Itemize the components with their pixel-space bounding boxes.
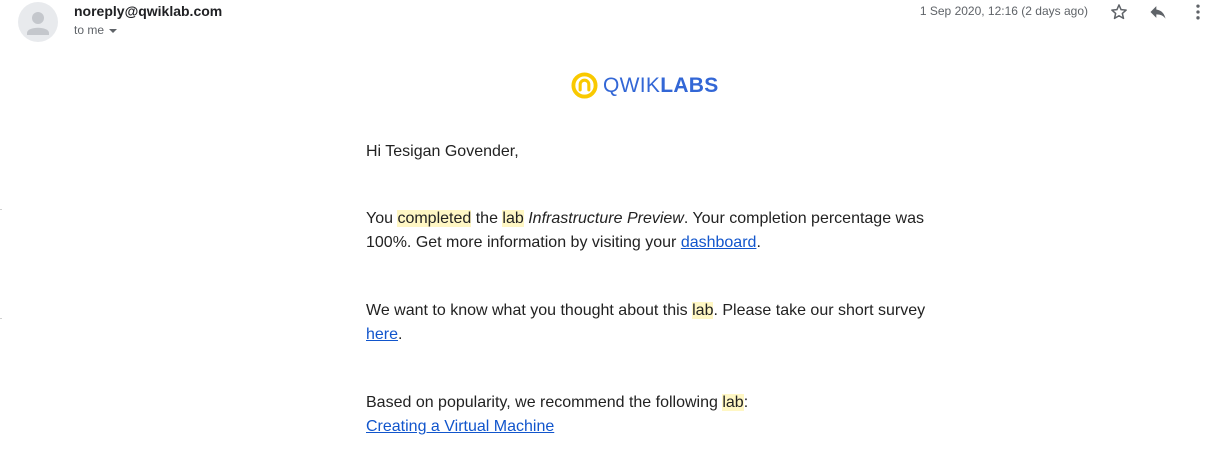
more-options-button[interactable] — [1187, 1, 1209, 23]
reply-icon — [1150, 6, 1166, 19]
survey-paragraph: We want to know what you thought about t… — [366, 299, 926, 347]
more-vert-icon — [1196, 4, 1200, 20]
dashboard-link[interactable]: dashboard — [681, 234, 757, 251]
logo-text-labs: LABS — [660, 73, 719, 97]
search-highlight: lab — [502, 210, 524, 227]
chevron-down-icon — [109, 28, 118, 33]
text-fragment: . — [756, 234, 761, 251]
text-fragment: You — [366, 210, 398, 227]
text-fragment: We want to know what you thought about t… — [366, 302, 693, 319]
recommended-lab-link[interactable]: Creating a Virtual Machine — [366, 418, 554, 435]
recipient-label: to me — [74, 23, 105, 37]
lab-name: Infrastructure Preview — [528, 210, 684, 227]
text-fragment: the — [471, 210, 503, 227]
star-button[interactable] — [1108, 1, 1130, 23]
text-fragment: Based on popularity, we recommend the fo… — [366, 394, 723, 411]
greeting: Hi Tesigan Govender, — [366, 143, 519, 160]
search-highlight: completed — [397, 210, 472, 227]
text-fragment: . Please take our short survey — [713, 302, 926, 319]
sender-address[interactable]: noreply@qwiklab.com — [74, 3, 222, 19]
reply-button[interactable] — [1147, 1, 1169, 23]
recipient-details-toggle[interactable]: to me — [74, 23, 118, 37]
edge-artifact — [0, 209, 2, 210]
star-icon — [1111, 4, 1127, 20]
qwiklabs-logo-icon — [571, 72, 598, 99]
text-fragment: : — [743, 394, 749, 411]
message-timestamp: 1 Sep 2020, 12:16 (2 days ago) — [919, 4, 1088, 18]
logo-text-qwik: QWIK — [603, 73, 661, 97]
text-fragment: . — [398, 326, 403, 343]
survey-link[interactable]: here — [366, 326, 398, 343]
avatar-placeholder-icon — [27, 12, 49, 35]
recommendation-paragraph: Based on popularity, we recommend the fo… — [366, 391, 926, 439]
completion-paragraph: You completed the lab Infrastructure Pre… — [366, 207, 926, 255]
search-highlight: lab — [722, 394, 744, 411]
search-highlight: lab — [692, 302, 714, 319]
sender-avatar[interactable] — [18, 2, 58, 42]
edge-artifact — [0, 318, 2, 319]
qwiklabs-logo: QWIKLABS — [571, 72, 719, 99]
logo-wordmark: QWIKLABS — [603, 74, 719, 98]
